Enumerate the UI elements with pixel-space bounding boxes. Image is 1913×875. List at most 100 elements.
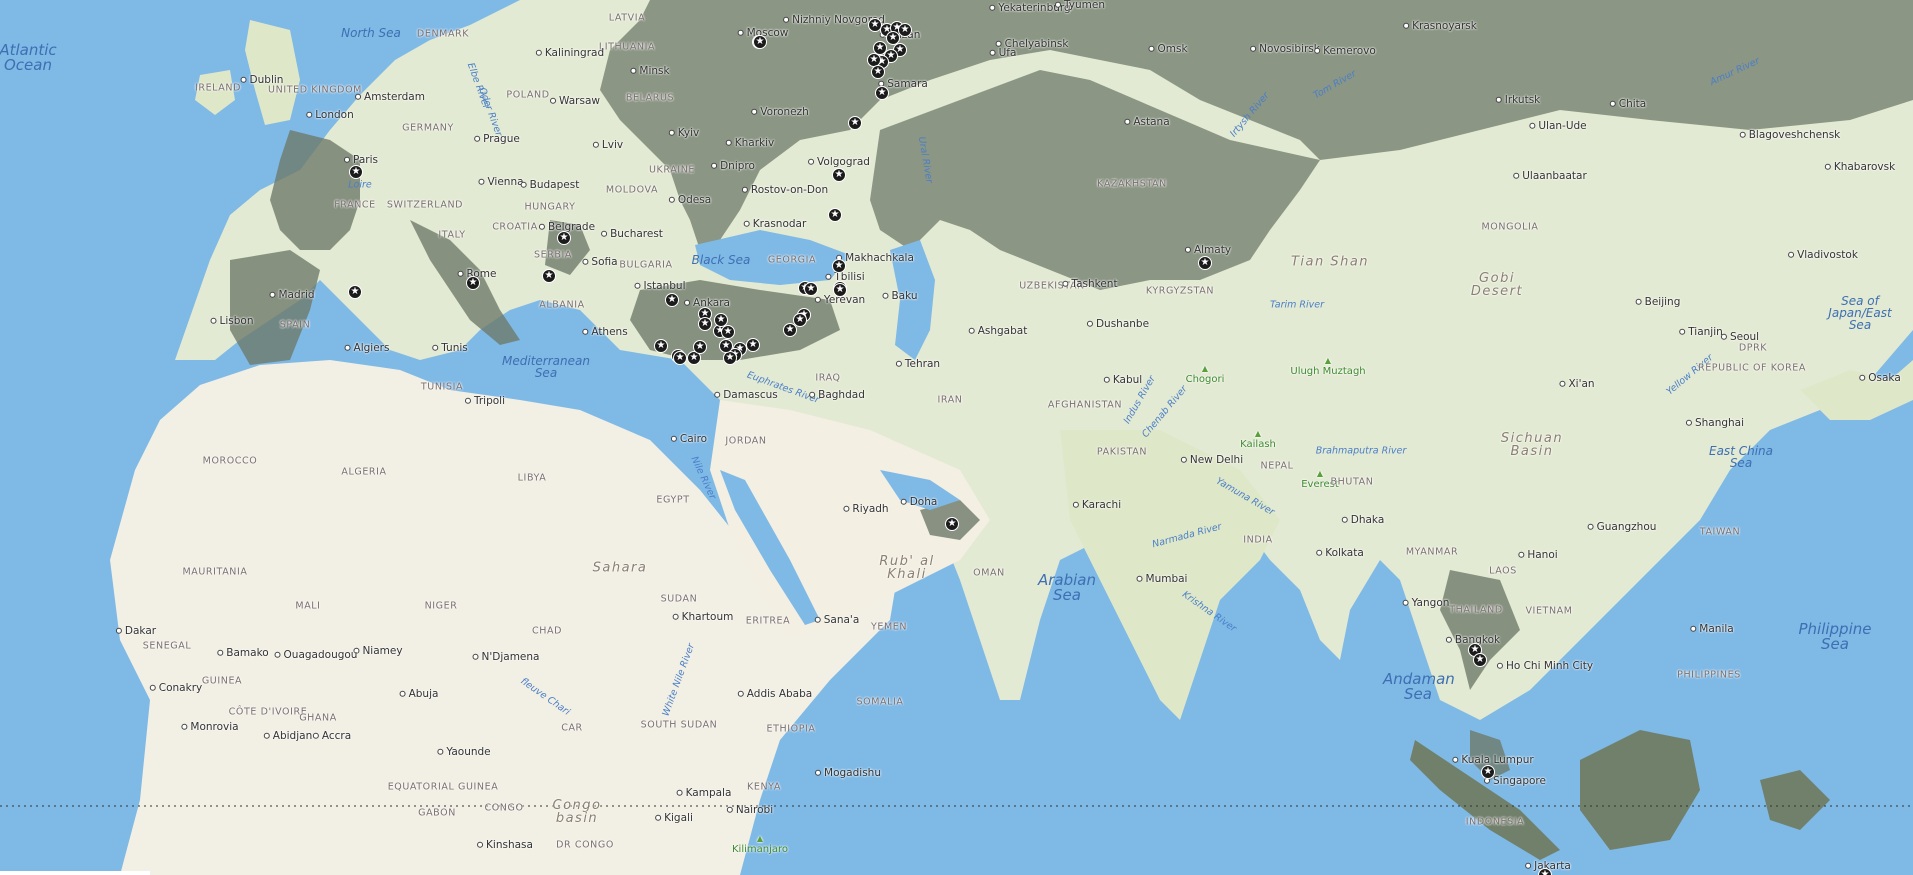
- star-marker-icon[interactable]: ★: [832, 168, 846, 182]
- city-label: Shanghai: [1686, 418, 1744, 429]
- city-label: Kinshasa: [477, 840, 533, 851]
- country-label: FRANCE: [334, 199, 376, 211]
- star-marker-icon[interactable]: ★: [557, 231, 571, 245]
- city-label: Beijing: [1636, 297, 1681, 308]
- city-label: Kemerovo: [1314, 46, 1376, 57]
- country-label: CHAD: [532, 625, 562, 637]
- country-label: SOUTH SUDAN: [640, 719, 718, 731]
- city-label: London: [306, 110, 354, 121]
- city-label: Accra: [313, 731, 351, 742]
- star-marker-icon[interactable]: ★: [698, 317, 712, 331]
- city-label: Guangzhou: [1588, 522, 1657, 533]
- city-label: Osaka: [1859, 373, 1901, 384]
- country-label: VIETNAM: [1525, 605, 1573, 617]
- country-label: SENEGAL: [142, 640, 192, 652]
- city-label: Tashkent: [1062, 279, 1117, 290]
- city-label: Xi'an: [1559, 379, 1594, 390]
- star-marker-icon[interactable]: ★: [871, 65, 885, 79]
- star-marker-icon[interactable]: ★: [665, 293, 679, 307]
- star-marker-icon[interactable]: ★: [783, 323, 797, 337]
- country-label: DR CONGO: [556, 839, 614, 851]
- river-label-brahmaputra: Brahmaputra River: [1315, 445, 1407, 457]
- sea-label-east-china: East China Sea: [1709, 444, 1773, 470]
- city-label: Budapest: [521, 180, 580, 191]
- star-marker-icon[interactable]: ★: [945, 517, 959, 531]
- city-label: Tehran: [896, 359, 940, 370]
- star-marker-icon[interactable]: ★: [746, 338, 760, 352]
- star-marker-icon[interactable]: ★: [804, 282, 818, 296]
- star-marker-icon[interactable]: ★: [721, 325, 735, 339]
- city-label: Kaliningrad: [536, 48, 604, 59]
- star-marker-icon[interactable]: ★: [654, 339, 668, 353]
- country-label: GHANA: [299, 712, 337, 724]
- country-label: ITALY: [438, 229, 466, 241]
- city-label: Kyiv: [669, 128, 699, 139]
- star-marker-icon[interactable]: ★: [753, 35, 767, 49]
- country-label: MOLDOVA: [605, 184, 659, 196]
- country-label: TUNISIA: [420, 381, 464, 393]
- country-label: PHILIPPINES: [1677, 669, 1741, 681]
- star-marker-icon[interactable]: ★: [719, 339, 733, 353]
- ocean-label-philippine-sea: Philippine Sea: [1798, 620, 1872, 653]
- star-marker-icon[interactable]: ★: [1481, 765, 1495, 779]
- star-marker-icon[interactable]: ★: [714, 313, 728, 327]
- country-label: KENYA: [747, 781, 781, 793]
- star-marker-icon[interactable]: ★: [1473, 653, 1487, 667]
- country-label: INDIA: [1243, 534, 1273, 546]
- star-marker-icon[interactable]: ★: [542, 269, 556, 283]
- star-marker-icon[interactable]: ★: [348, 285, 362, 299]
- city-label: N'Djamena: [473, 652, 540, 663]
- city-label: Seoul: [1721, 332, 1759, 343]
- city-label: Kuala Lumpur: [1452, 755, 1533, 766]
- country-label: JORDAN: [725, 435, 767, 447]
- map-canvas[interactable]: Atlantic Ocean Arabian Sea Andaman Sea P…: [0, 0, 1913, 875]
- star-marker-icon[interactable]: ★: [723, 351, 737, 365]
- star-marker-icon[interactable]: ★: [898, 23, 912, 37]
- country-label: ETHIOPIA: [766, 723, 816, 735]
- region-label-sichuan: Sichuan Basin: [1500, 431, 1564, 459]
- city-label: Warsaw: [550, 96, 600, 107]
- sea-label-black: Black Sea: [691, 253, 751, 267]
- country-label: SOMALIA: [856, 696, 904, 708]
- star-marker-icon[interactable]: ★: [1198, 256, 1212, 270]
- star-marker-icon[interactable]: ★: [875, 86, 889, 100]
- star-marker-icon[interactable]: ★: [1538, 868, 1552, 875]
- scale-bar: [0, 871, 150, 875]
- city-label: Riyadh: [843, 504, 888, 515]
- star-marker-icon[interactable]: ★: [832, 259, 846, 273]
- city-label: Hanoi: [1518, 550, 1557, 561]
- city-label: Yaounde: [437, 747, 490, 758]
- sea-label-japan: Sea of Japan/East Sea: [1828, 294, 1892, 332]
- star-marker-icon[interactable]: ★: [349, 165, 363, 179]
- star-marker-icon[interactable]: ★: [828, 208, 842, 222]
- city-label: Tunis: [432, 343, 468, 354]
- city-label: Vladivostok: [1788, 250, 1858, 261]
- country-label: ERITREA: [745, 615, 791, 627]
- star-marker-icon[interactable]: ★: [693, 340, 707, 354]
- country-label: KAZAKHSTAN: [1097, 178, 1167, 190]
- river-label-loire: Loire: [348, 179, 372, 191]
- star-marker-icon[interactable]: ★: [466, 276, 480, 290]
- country-label: CAR: [561, 722, 583, 734]
- star-marker-icon[interactable]: ★: [833, 283, 847, 297]
- star-marker-icon[interactable]: ★: [848, 116, 862, 130]
- city-label: Paris: [344, 155, 378, 166]
- country-label: REPUBLIC OF KOREA: [1697, 362, 1807, 374]
- city-label: Monrovia: [181, 722, 238, 733]
- city-label: Kabul: [1104, 375, 1142, 386]
- country-label: KYRGYZSTAN: [1145, 285, 1215, 297]
- city-label: Ouagadougou: [275, 650, 358, 661]
- city-label: Voronezh: [751, 107, 809, 118]
- city-label: Prague: [474, 134, 520, 145]
- star-marker-icon[interactable]: ★: [673, 351, 687, 365]
- country-label: CROATIA: [492, 221, 538, 233]
- country-label: GUINEA: [201, 675, 243, 687]
- region-label-rub-al-khali: Rub' al Khali: [879, 554, 935, 582]
- city-label: Baghdad: [809, 390, 865, 401]
- city-label: New Delhi: [1181, 455, 1243, 466]
- country-label: DPRK: [1738, 342, 1768, 354]
- city-label: Sana'a: [815, 615, 860, 626]
- river-label-tarim: Tarim River: [1269, 299, 1325, 311]
- country-label: BHUTAN: [1330, 476, 1374, 488]
- city-label: Cairo: [671, 434, 707, 445]
